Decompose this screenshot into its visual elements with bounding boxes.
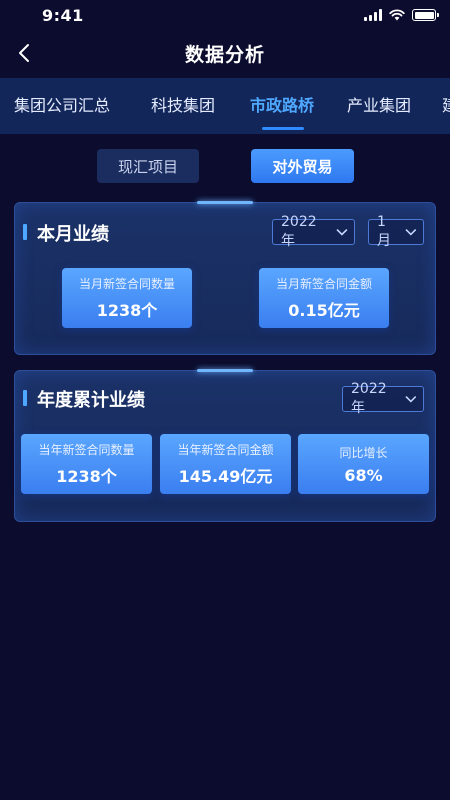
chevron-down-icon bbox=[405, 229, 417, 236]
card-top-glow bbox=[197, 201, 253, 204]
annual-performance-card: 年度累计业绩 2022年 当年新签合同数量 1238个 当年新签合同金额 145… bbox=[14, 369, 436, 522]
stat-label: 同比增长 bbox=[339, 445, 388, 460]
title-accent-bar bbox=[23, 390, 27, 406]
tab-more-partial[interactable]: 建 bbox=[442, 78, 450, 134]
tab-tech-group[interactable]: 科技集团 bbox=[151, 78, 215, 134]
stat-annual-contract-amount: 当年新签合同金额 145.49亿元 bbox=[160, 434, 291, 494]
stat-monthly-contract-amount: 当月新签合同金额 0.15亿元 bbox=[259, 268, 389, 328]
stat-value: 1238个 bbox=[96, 301, 158, 320]
cellular-signal-icon bbox=[364, 9, 382, 21]
stat-value: 0.15亿元 bbox=[288, 301, 360, 320]
stat-label: 当月新签合同金额 bbox=[275, 277, 372, 291]
tab-group-summary[interactable]: 集团公司汇总 bbox=[14, 78, 110, 134]
stat-annual-yoy-growth: 同比增长 68% bbox=[298, 434, 429, 494]
back-button[interactable] bbox=[10, 38, 38, 68]
monthly-card-title: 本月业绩 bbox=[37, 224, 109, 245]
tab-municipal-road-bridge[interactable]: 市政路桥 bbox=[250, 78, 314, 134]
chevron-left-icon bbox=[19, 44, 29, 62]
annual-year-select[interactable]: 2022年 bbox=[342, 381, 424, 416]
tab-industry-group[interactable]: 产业集团 bbox=[347, 78, 411, 134]
stat-annual-contract-count: 当年新签合同数量 1238个 bbox=[21, 434, 152, 494]
status-bar: 9:41 bbox=[0, 0, 450, 30]
stat-monthly-contract-count: 当月新签合同数量 1238个 bbox=[62, 268, 192, 328]
segment-foreign-trade[interactable]: 对外贸易 bbox=[251, 149, 354, 183]
annual-year-value: 2022年 bbox=[351, 381, 387, 416]
wifi-icon bbox=[389, 9, 405, 21]
segment-cash-projects[interactable]: 现汇项目 bbox=[97, 149, 199, 183]
monthly-performance-card: 本月业绩 2022年 1月 当月新签合同数量 1238个 当月新签合同金额 0.… bbox=[14, 201, 436, 355]
chevron-down-icon bbox=[336, 228, 348, 236]
monthly-year-select[interactable]: 2022年 bbox=[272, 214, 355, 249]
annual-card-title: 年度累计业绩 bbox=[37, 390, 145, 411]
stat-label: 当年新签合同金额 bbox=[177, 443, 274, 457]
monthly-month-value: 1月 bbox=[377, 214, 391, 249]
stat-value: 145.49亿元 bbox=[178, 467, 273, 486]
chevron-down-icon bbox=[405, 396, 417, 403]
tab-bar: 集团公司汇总 科技集团 市政路桥 产业集团 建 bbox=[0, 78, 450, 134]
status-time: 9:41 bbox=[42, 5, 84, 25]
monthly-month-select[interactable]: 1月 bbox=[368, 214, 424, 249]
stat-value: 68% bbox=[344, 465, 383, 485]
active-tab-indicator bbox=[262, 127, 304, 130]
status-icons bbox=[364, 9, 439, 21]
card-top-glow bbox=[197, 369, 253, 372]
nav-bar: 数据分析 bbox=[0, 30, 450, 76]
stat-value: 1238个 bbox=[56, 467, 117, 486]
stat-label: 当年新签合同数量 bbox=[38, 443, 135, 457]
stat-label: 当月新签合同数量 bbox=[78, 277, 175, 291]
monthly-year-value: 2022年 bbox=[281, 214, 317, 249]
battery-icon bbox=[412, 9, 439, 21]
title-accent-bar bbox=[23, 224, 27, 240]
page-title: 数据分析 bbox=[184, 43, 265, 66]
